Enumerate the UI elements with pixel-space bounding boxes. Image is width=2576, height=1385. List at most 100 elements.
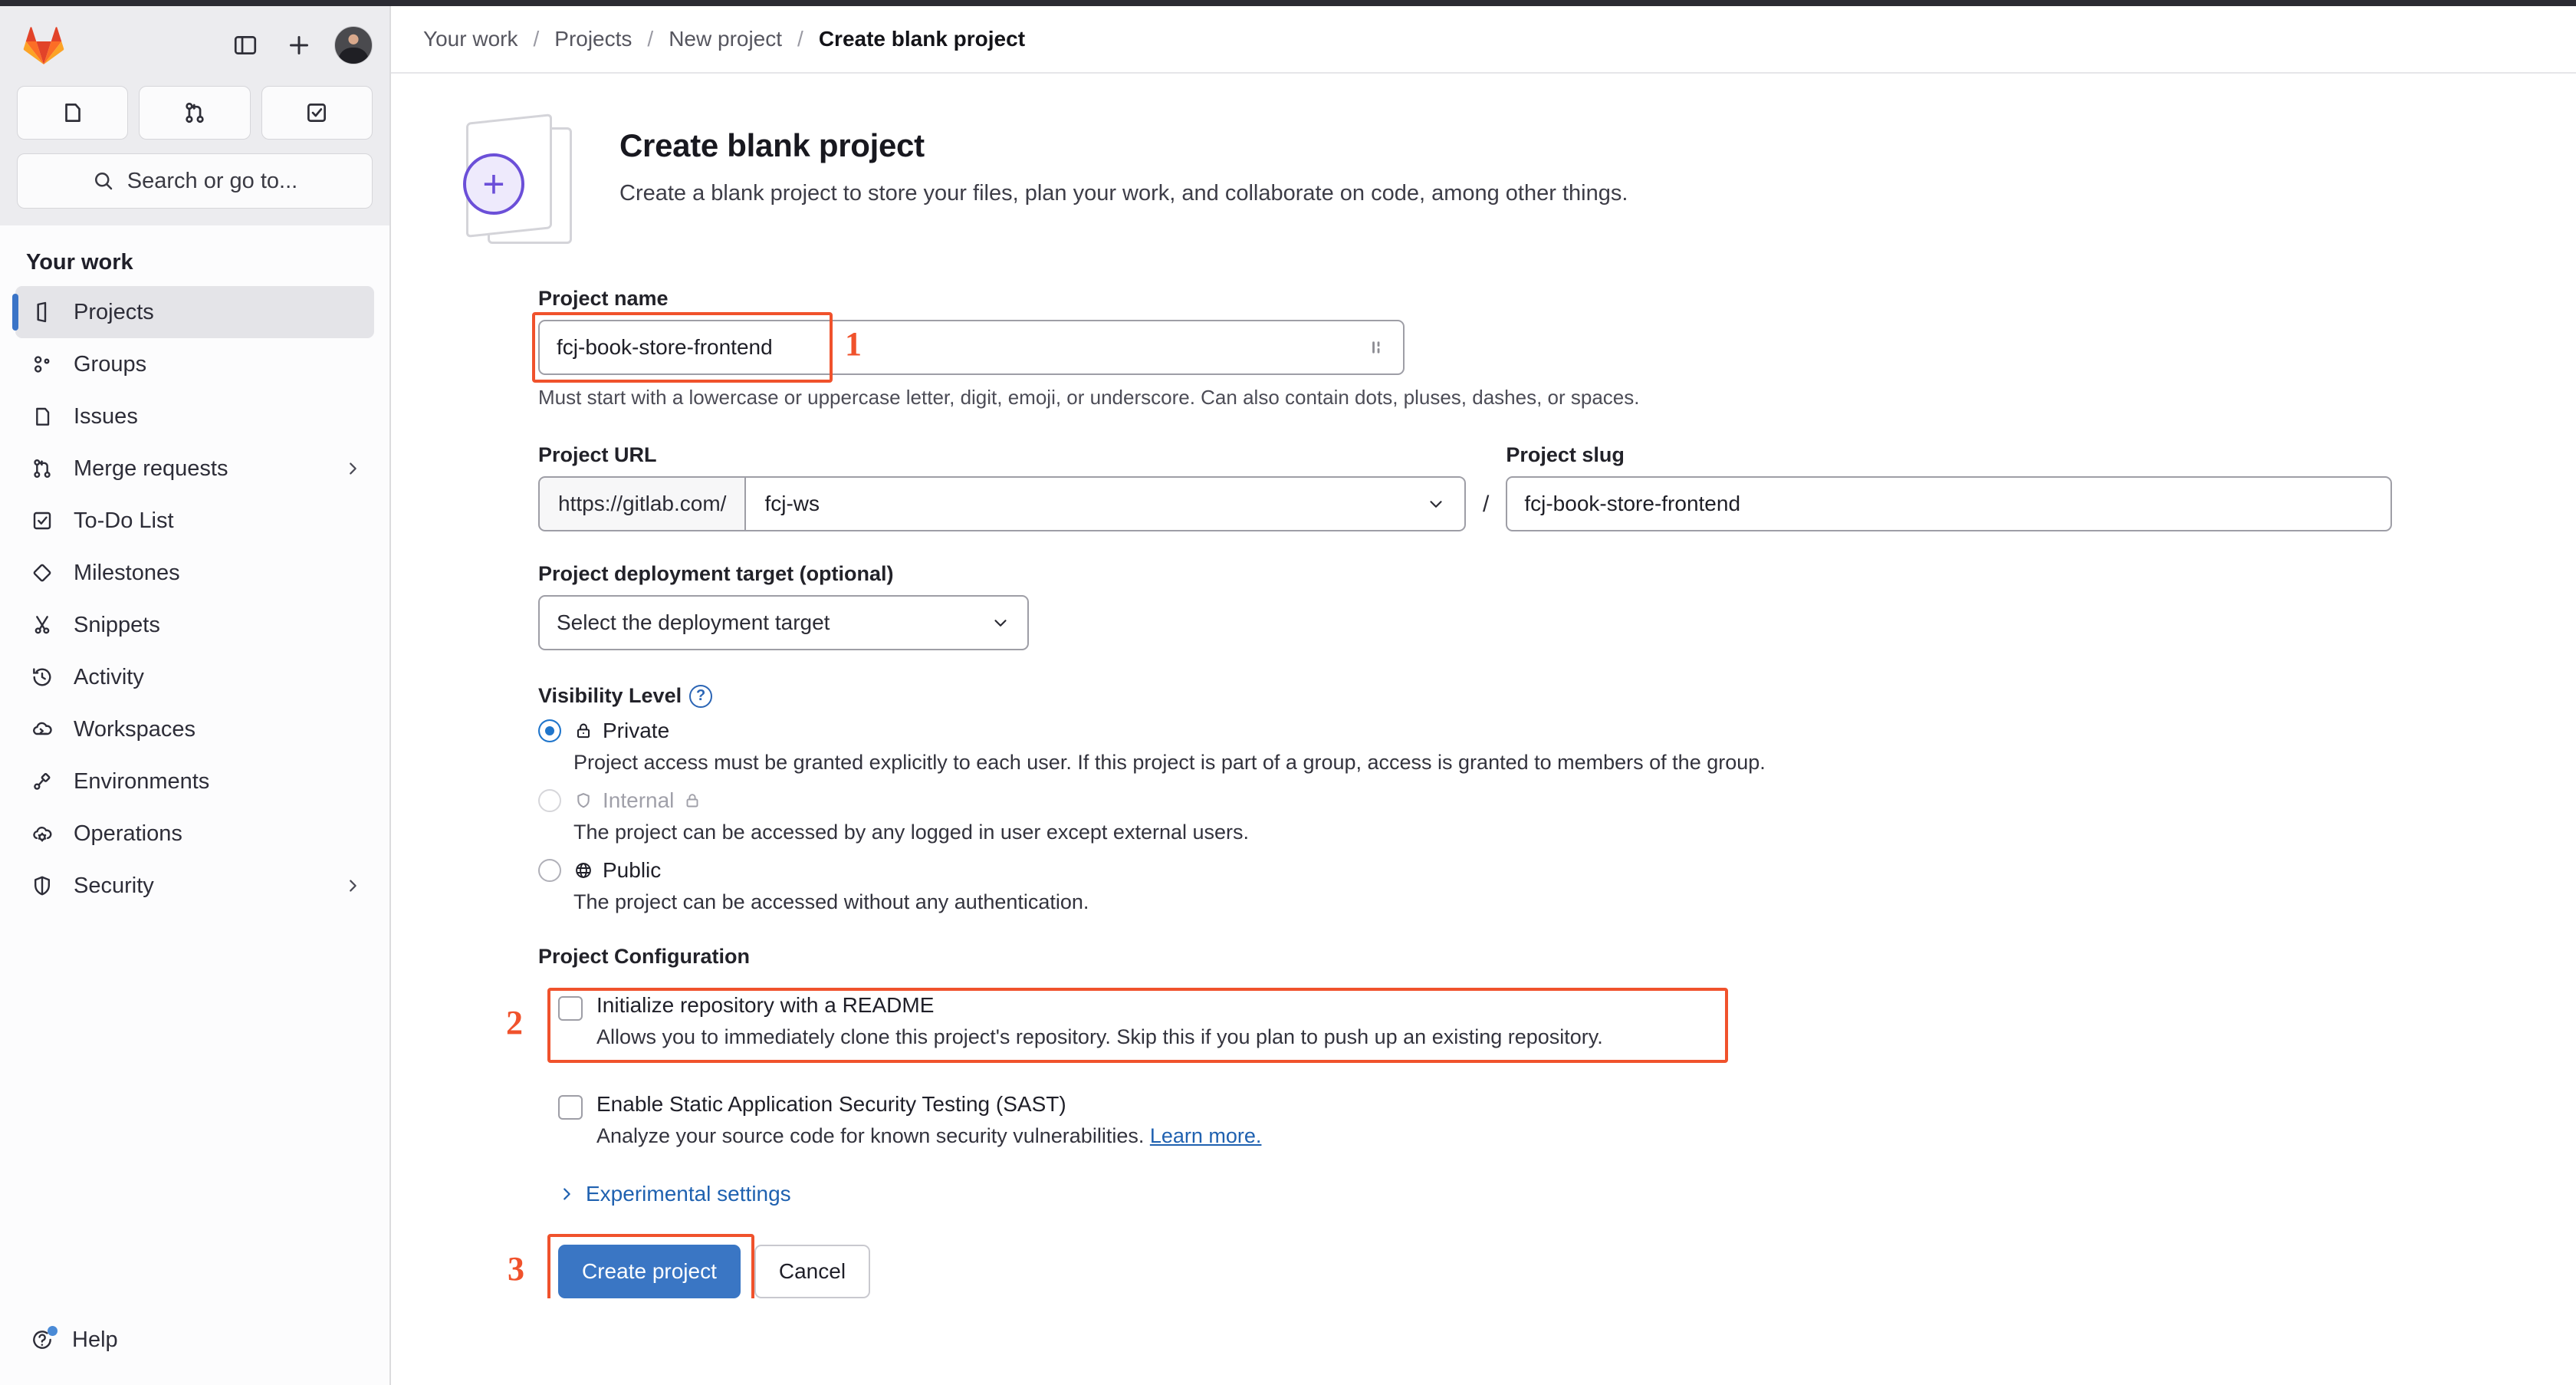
sidebar-item-environments[interactable]: Environments: [15, 755, 374, 808]
help-question-icon[interactable]: ?: [689, 684, 713, 708]
chevron-down-icon: [991, 613, 1010, 633]
sast-description-text: Analyze your source code for known secur…: [596, 1124, 1145, 1147]
sidebar-item-issues[interactable]: Issues: [15, 390, 374, 442]
sidebar-nav: Your work Projects Groups Issues Merge r…: [0, 225, 389, 1314]
issue-icon: [28, 402, 57, 431]
deployment-target-select[interactable]: Select the deployment target: [538, 595, 1029, 650]
experimental-settings-toggle[interactable]: Experimental settings: [538, 1182, 2530, 1206]
project-slug-label: Project slug: [1506, 443, 1625, 466]
breadcrumb-item-projects[interactable]: Projects: [554, 27, 632, 51]
visibility-option-name: Public: [603, 858, 662, 882]
window-top-strip: [0, 0, 2576, 6]
lock-icon: [683, 791, 702, 810]
sidebar-item-projects[interactable]: Projects: [12, 286, 374, 338]
main-content: Your work / Projects / New project / Cre…: [391, 6, 2576, 1385]
sidebar-item-groups[interactable]: Groups: [15, 338, 374, 390]
project-slug-field: Project slug fcj-book-store-frontend: [1506, 443, 2530, 531]
sast-learn-more-link[interactable]: Learn more.: [1150, 1124, 1262, 1147]
project-name-field: Project name fcj-book-store-frontend 1 M…: [532, 287, 2530, 410]
project-name-input[interactable]: fcj-book-store-frontend: [538, 320, 1405, 375]
sidebar-item-merge-requests[interactable]: Merge requests: [15, 442, 374, 495]
search-input[interactable]: Search or go to...: [17, 153, 373, 209]
visibility-option-name: Private: [603, 719, 670, 742]
visibility-level-title: Visibility Level: [538, 684, 682, 707]
visibility-level-section: Visibility Level ? Private Project acces…: [538, 684, 2530, 914]
radio-internal: [538, 789, 561, 812]
project-name-hint: Must start with a lowercase or uppercase…: [538, 386, 1640, 409]
sidebar-item-todo-list[interactable]: To-Do List: [15, 495, 374, 547]
blank-project-illustration-icon: +: [454, 113, 592, 252]
sast-text-block: Enable Static Application Security Testi…: [596, 1092, 1261, 1148]
visibility-option-private[interactable]: Private: [538, 719, 2530, 743]
sidebar-item-activity[interactable]: Activity: [15, 651, 374, 703]
radio-private[interactable]: [538, 719, 561, 742]
cancel-button[interactable]: Cancel: [754, 1245, 871, 1298]
visibility-public-label: Public: [573, 858, 661, 883]
project-slug-input[interactable]: fcj-book-store-frontend: [1506, 476, 2392, 531]
quick-action-merge-requests[interactable]: [139, 86, 251, 140]
readme-checkbox[interactable]: [558, 996, 583, 1021]
sidebar-item-milestones[interactable]: Milestones: [15, 547, 374, 599]
project-name-label: Project name: [538, 287, 669, 310]
breadcrumb-separator: /: [797, 27, 803, 51]
readme-label: Initialize repository with a README: [596, 993, 935, 1017]
readme-text-block: Initialize repository with a README Allo…: [596, 993, 1603, 1049]
sidebar-item-label: Projects: [74, 299, 154, 324]
breadcrumb: Your work / Projects / New project / Cre…: [391, 6, 2576, 74]
quick-action-todos[interactable]: [261, 86, 373, 140]
project-slug-value: fcj-book-store-frontend: [1524, 492, 1741, 515]
readme-checkbox-row[interactable]: Initialize repository with a README Allo…: [538, 982, 2530, 1060]
avatar[interactable]: [334, 26, 373, 64]
breadcrumb-separator: /: [533, 27, 540, 51]
sidebar-item-label: Milestones: [74, 560, 180, 585]
create-project-button[interactable]: Create project: [558, 1245, 741, 1298]
sidebar-item-label: Help: [72, 1327, 118, 1352]
project-url-group: https://gitlab.com/ fcj-ws: [538, 476, 1466, 531]
sast-checkbox-row[interactable]: Enable Static Application Security Testi…: [538, 1092, 2530, 1148]
project-icon: [28, 298, 57, 327]
merge-request-icon: [28, 454, 57, 483]
sast-checkbox[interactable]: [558, 1095, 583, 1120]
activity-icon: [28, 663, 57, 692]
visibility-internal-description: The project can be accessed by any logge…: [573, 821, 1250, 844]
page-content: + Create blank project Create a blank pr…: [391, 74, 2576, 1298]
chevron-right-icon: [558, 1186, 575, 1202]
visibility-option-public[interactable]: Public: [538, 858, 2530, 883]
visibility-level-label: Visibility Level ?: [538, 684, 2530, 708]
experimental-settings-label: Experimental settings: [586, 1182, 791, 1206]
project-namespace-select[interactable]: fcj-ws: [744, 476, 1466, 531]
sidebar-item-help[interactable]: Help: [15, 1314, 374, 1365]
sidebar-item-label: Security: [74, 873, 154, 898]
sidebar-item-workspaces[interactable]: Workspaces: [15, 703, 374, 755]
readme-description: Allows you to immediately clone this pro…: [596, 1025, 1603, 1048]
breadcrumb-item-new-project[interactable]: New project: [669, 27, 782, 51]
milestone-icon: [28, 558, 57, 587]
project-configuration-title: Project Configuration: [538, 945, 750, 968]
sidebar-section-title: Your work: [26, 250, 133, 275]
chevron-right-icon: [343, 877, 362, 895]
deployment-target-field: Project deployment target (optional) Sel…: [538, 562, 2530, 650]
quick-action-issues[interactable]: [17, 86, 129, 140]
project-namespace-value: fcj-ws: [764, 492, 820, 515]
project-name-value: fcj-book-store-frontend: [557, 335, 773, 359]
search-placeholder: Search or go to...: [127, 168, 298, 193]
sidebar-item-snippets[interactable]: Snippets: [15, 599, 374, 651]
annotation-number-1: 1: [845, 325, 862, 363]
gitlab-logo-icon[interactable]: [23, 26, 64, 64]
security-icon: [28, 871, 57, 900]
project-configuration-section: Project Configuration Initialize reposit…: [506, 945, 2530, 1148]
sidebar-header-actions: [227, 26, 373, 64]
project-name-row: fcj-book-store-frontend 1: [532, 312, 1405, 383]
radio-public[interactable]: [538, 859, 561, 882]
sidebar-item-operations[interactable]: Operations: [15, 808, 374, 860]
visibility-option-internal: Internal: [538, 788, 2530, 813]
breadcrumb-item-your-work[interactable]: Your work: [423, 27, 518, 51]
sidebar-quick-actions: [17, 86, 373, 140]
toggle-sidebar-icon[interactable]: [227, 27, 264, 64]
page-subtitle: Create a blank project to store your fil…: [619, 181, 1628, 206]
visibility-private-label: Private: [573, 719, 669, 743]
plus-icon[interactable]: [281, 27, 317, 64]
shield-icon: [573, 791, 593, 811]
resize-handle-icon[interactable]: [1366, 337, 1386, 357]
sidebar-item-security[interactable]: Security: [15, 860, 374, 912]
